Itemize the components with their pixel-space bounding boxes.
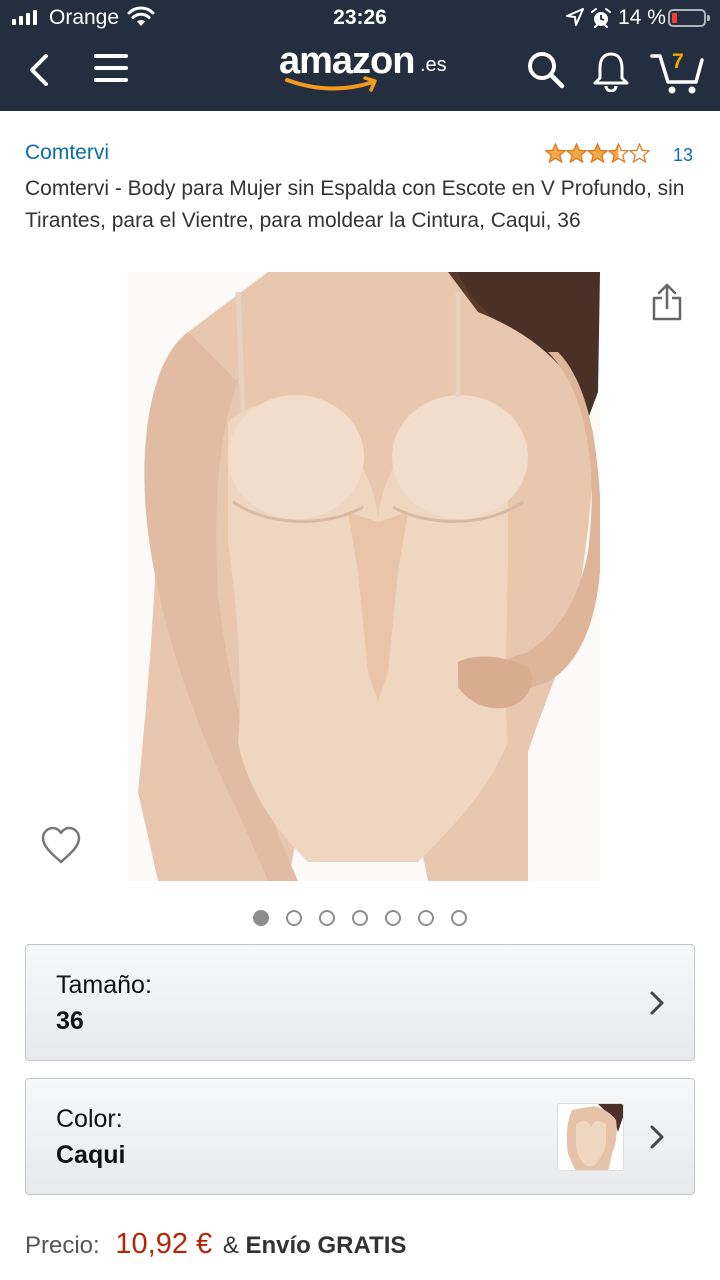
carousel-dot[interactable] — [352, 910, 368, 926]
review-count[interactable]: 13 — [673, 145, 693, 166]
back-icon[interactable] — [22, 50, 58, 90]
color-thumbnail — [557, 1103, 624, 1171]
bell-icon[interactable] — [592, 50, 630, 92]
cart-button[interactable]: 7 — [650, 46, 704, 96]
star-full-icon — [545, 143, 566, 163]
star-full-icon — [587, 143, 608, 163]
carousel-dot[interactable] — [385, 910, 401, 926]
product-image[interactable] — [128, 272, 600, 881]
navigation-bar: amazon .es 7 — [0, 36, 720, 111]
cart-count: 7 — [672, 50, 684, 73]
free-shipping-text: Envío GRATIS — [245, 1232, 407, 1259]
product-photo — [128, 272, 600, 881]
carousel-dot[interactable] — [253, 910, 269, 926]
amazon-logo[interactable]: amazon .es — [279, 40, 449, 98]
color-label: Color: — [56, 1105, 123, 1133]
price-row: Precio: 10,92 € & Envío GRATIS — [25, 1228, 406, 1261]
carousel-dot[interactable] — [418, 910, 434, 926]
price-label: Precio: — [25, 1232, 100, 1259]
app-header: Orange 23:26 14 % amazon .es 7 — [0, 0, 720, 111]
star-full-icon — [566, 143, 587, 163]
carousel-dot[interactable] — [451, 910, 467, 926]
menu-icon[interactable] — [94, 54, 128, 84]
logo-tld: .es — [420, 54, 447, 76]
size-selector[interactable]: Tamaño: 36 — [25, 944, 695, 1061]
battery-icon — [668, 9, 710, 27]
star-empty-icon — [629, 143, 650, 163]
location-icon — [566, 8, 584, 26]
logo-smile-icon — [285, 76, 377, 92]
product-title: Comtervi - Body para Mujer sin Espalda c… — [25, 177, 685, 232]
star-rating[interactable] — [545, 143, 650, 163]
color-value: Caqui — [56, 1141, 126, 1169]
size-label: Tamaño: — [56, 971, 152, 999]
price-value: 10,92 € — [115, 1228, 213, 1260]
size-value: 36 — [56, 1007, 84, 1035]
carousel-dot[interactable] — [319, 910, 335, 926]
share-icon[interactable] — [650, 282, 684, 322]
battery-percent: 14 % — [618, 6, 666, 29]
carousel-dot[interactable] — [286, 910, 302, 926]
brand-link[interactable]: Comtervi — [25, 141, 109, 165]
wishlist-heart-icon[interactable] — [40, 826, 82, 866]
image-carousel-dots — [253, 910, 467, 926]
chevron-right-icon — [650, 991, 664, 1015]
chevron-right-icon — [650, 1125, 664, 1149]
status-bar: Orange 23:26 14 % — [0, 0, 720, 36]
color-selector[interactable]: Color: Caqui — [25, 1078, 695, 1195]
clock: 23:26 — [333, 6, 387, 29]
alarm-icon — [591, 8, 611, 28]
search-icon[interactable] — [526, 50, 566, 90]
star-half-icon — [608, 143, 629, 163]
price-ampersand: & — [222, 1232, 239, 1259]
